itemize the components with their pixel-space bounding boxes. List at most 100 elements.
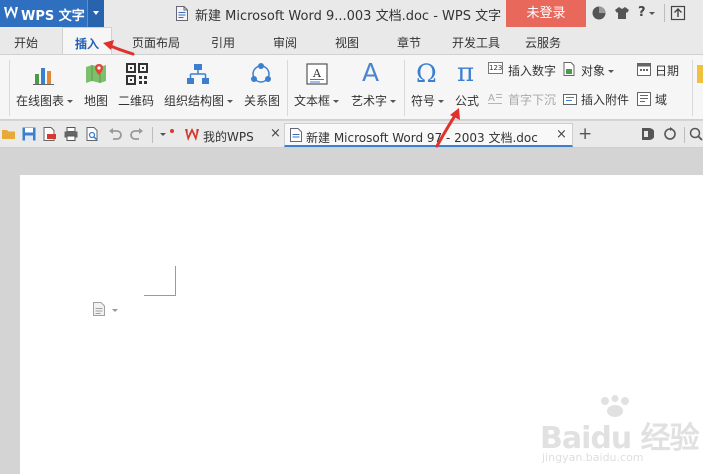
wordart-label: 艺术字 bbox=[351, 94, 388, 108]
divider bbox=[9, 60, 10, 116]
org-chart-label: 组织结构图 bbox=[164, 94, 225, 108]
symbol-button[interactable]: Ω 符号 bbox=[408, 55, 448, 119]
divider bbox=[692, 60, 693, 116]
shirt-icon[interactable] bbox=[614, 5, 630, 21]
object-button[interactable]: 对象 bbox=[563, 61, 623, 79]
divider bbox=[404, 60, 405, 116]
svg-text:A: A bbox=[488, 93, 495, 104]
field-button[interactable]: 域 bbox=[637, 90, 677, 108]
tab-view[interactable]: 视图 bbox=[335, 34, 359, 51]
formula-label: 公式 bbox=[455, 94, 480, 108]
close-icon[interactable]: × bbox=[270, 126, 281, 141]
number-icon: 123 bbox=[488, 62, 503, 74]
textbox-icon: A bbox=[306, 63, 328, 85]
field-label: 域 bbox=[655, 93, 668, 107]
margin-corner-mark bbox=[175, 266, 176, 296]
tab-review[interactable]: 审阅 bbox=[273, 34, 297, 51]
sync-icon[interactable] bbox=[663, 127, 677, 141]
tab-cloud-service[interactable]: 云服务 bbox=[525, 34, 561, 51]
search-icon[interactable] bbox=[689, 127, 703, 141]
insert-number-button[interactable]: 123 插入数字 bbox=[488, 61, 560, 79]
drop-cap-button[interactable]: A 首字下沉 bbox=[488, 90, 560, 108]
chevron-down-icon bbox=[67, 100, 74, 103]
app-menu-button[interactable]: WPS 文字 bbox=[0, 0, 104, 27]
tab-document-label: 新建 Microsoft Word 97 - 2003 文档.doc bbox=[306, 131, 538, 145]
title-bar: WPS 文字 新建 Microsoft Word 9...003 文档.doc … bbox=[0, 0, 703, 27]
attachment-icon bbox=[563, 94, 577, 105]
tab-page-layout[interactable]: 页面布局 bbox=[132, 34, 180, 51]
print-preview-icon[interactable] bbox=[86, 127, 100, 141]
ribbon-tab-bar: 开始 插入 页面布局 引用 审阅 视图 章节 开发工具 云服务 bbox=[0, 27, 703, 55]
textbox-button[interactable]: A 文本框 bbox=[292, 55, 344, 119]
restore-window-icon[interactable] bbox=[670, 5, 686, 21]
read-mode-icon[interactable] bbox=[640, 127, 654, 141]
divider bbox=[664, 4, 665, 22]
margin-corner-mark bbox=[144, 295, 176, 296]
quick-access-toolbar: 我的WPS × 新建 Microsoft Word 97 - 2003 文档.d… bbox=[0, 121, 703, 148]
map-icon bbox=[86, 64, 106, 83]
qrcode-button[interactable]: 二维码 bbox=[116, 55, 158, 119]
pi-icon: π bbox=[457, 58, 475, 88]
wps-logo-icon bbox=[4, 6, 18, 19]
chevron-down-icon bbox=[438, 100, 445, 103]
more-tools-icon[interactable] bbox=[697, 63, 703, 85]
tab-developer[interactable]: 开发工具 bbox=[452, 34, 500, 51]
undo-icon[interactable] bbox=[108, 127, 122, 141]
window-title: 新建 Microsoft Word 9...003 文档.doc - WPS 文… bbox=[195, 9, 502, 24]
new-tab-button[interactable]: + bbox=[578, 124, 592, 144]
object-label: 对象 bbox=[581, 64, 606, 78]
open-folder-icon[interactable] bbox=[2, 127, 16, 141]
wordart-button[interactable]: A 艺术字 bbox=[348, 55, 400, 119]
tab-insert[interactable]: 插入 bbox=[62, 27, 113, 55]
chevron-down-icon bbox=[227, 100, 234, 103]
skin-icon[interactable] bbox=[591, 5, 607, 21]
tab-document[interactable]: 新建 Microsoft Word 97 - 2003 文档.doc × bbox=[284, 123, 573, 147]
watermark-url: jingyan.baidu.com bbox=[542, 451, 644, 464]
insert-attachment-button[interactable]: 插入附件 bbox=[563, 90, 635, 108]
redo-icon[interactable] bbox=[130, 127, 144, 141]
export-pdf-icon[interactable] bbox=[43, 127, 57, 141]
online-chart-button[interactable]: 在线图表 bbox=[12, 55, 78, 119]
relation-chart-label: 关系图 bbox=[244, 94, 281, 108]
textbox-label: 文本框 bbox=[294, 94, 331, 108]
chevron-down-icon bbox=[390, 100, 397, 103]
tab-my-wps[interactable]: 我的WPS × bbox=[181, 123, 283, 147]
relation-chart-icon bbox=[251, 63, 271, 83]
notification-dot-icon bbox=[170, 129, 174, 133]
insert-ribbon: 在线图表 地图 二维码 组织结构图 关系图 A 文本框 A 艺术字 Ω 符号 π… bbox=[0, 54, 703, 120]
org-chart-button[interactable]: 组织结构图 bbox=[162, 55, 238, 119]
print-icon[interactable] bbox=[64, 127, 78, 141]
paragraph-layout-icon[interactable] bbox=[93, 302, 105, 316]
tab-home[interactable]: 开始 bbox=[14, 34, 38, 51]
org-chart-icon bbox=[187, 64, 209, 84]
insert-number-label: 插入数字 bbox=[508, 64, 557, 78]
document-icon bbox=[176, 6, 188, 21]
tab-my-wps-label: 我的WPS bbox=[203, 130, 254, 144]
help-button[interactable]: ? bbox=[638, 5, 646, 20]
customize-toolbar-icon[interactable] bbox=[160, 133, 166, 136]
insert-attachment-label: 插入附件 bbox=[581, 93, 630, 107]
date-label: 日期 bbox=[655, 64, 680, 78]
tab-section[interactable]: 章节 bbox=[397, 34, 421, 51]
chevron-down-icon[interactable] bbox=[649, 12, 655, 15]
chevron-down-icon bbox=[333, 100, 340, 103]
divider bbox=[152, 127, 153, 143]
wordart-icon: A bbox=[362, 58, 380, 87]
date-button[interactable]: 日期 bbox=[637, 61, 687, 79]
close-icon[interactable]: × bbox=[556, 127, 567, 142]
app-name: WPS 文字 bbox=[21, 9, 85, 24]
bar-chart-icon bbox=[33, 68, 54, 85]
login-button[interactable]: 未登录 bbox=[506, 0, 586, 27]
relation-chart-button[interactable]: 关系图 bbox=[240, 55, 282, 119]
object-icon bbox=[563, 62, 575, 76]
formula-button[interactable]: π 公式 bbox=[450, 55, 484, 119]
omega-icon: Ω bbox=[416, 59, 437, 88]
symbol-label: 符号 bbox=[411, 94, 436, 108]
map-button[interactable]: 地图 bbox=[80, 55, 114, 119]
save-icon[interactable] bbox=[22, 127, 36, 141]
chevron-down-icon bbox=[608, 70, 615, 73]
qrcode-icon bbox=[126, 63, 148, 85]
tab-references[interactable]: 引用 bbox=[211, 34, 235, 51]
app-menu-dropdown[interactable] bbox=[87, 0, 104, 27]
chevron-down-icon[interactable] bbox=[112, 309, 118, 312]
